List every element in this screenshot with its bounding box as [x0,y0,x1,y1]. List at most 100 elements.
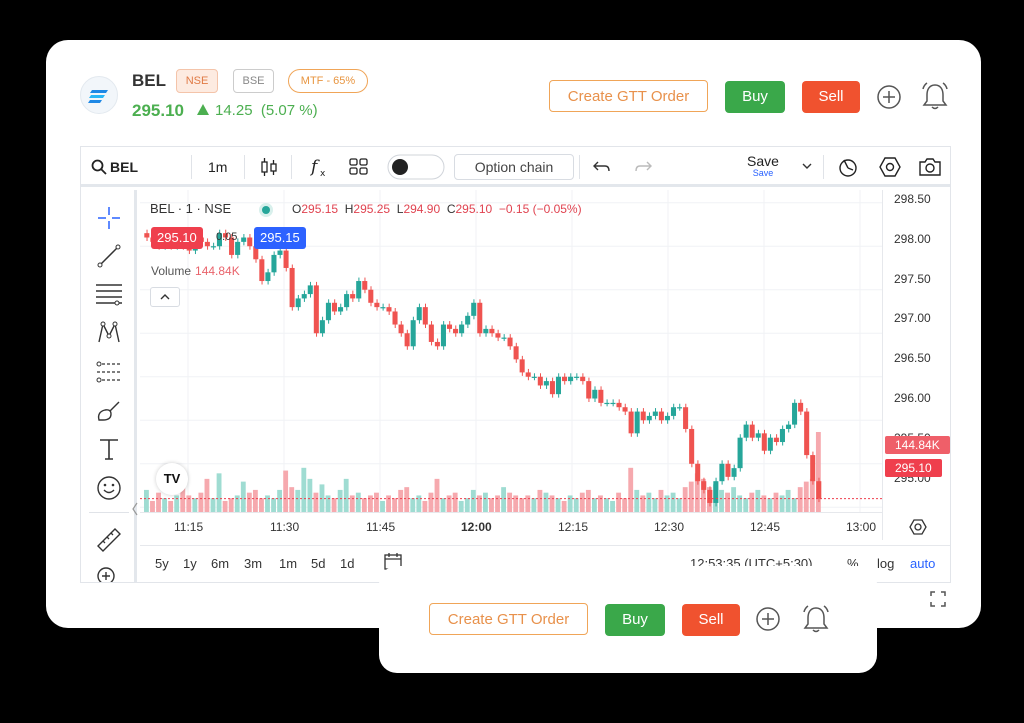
pattern-icon[interactable] [96,320,122,346]
emoji-icon[interactable] [96,475,122,501]
redo-icon[interactable] [634,159,652,175]
fullscreen-icon[interactable] [929,590,947,608]
collapse-toolbar-icon[interactable] [131,500,139,518]
volume-bar [246,492,252,512]
candle [586,381,592,399]
log-toggle[interactable]: log [877,556,894,571]
zoom-in-icon[interactable] [96,566,120,582]
candle [356,281,362,299]
replay-icon[interactable] [837,156,859,178]
volume-bar [325,495,331,512]
undo-icon[interactable] [593,159,611,175]
range-5y[interactable]: 5y [155,556,169,571]
text-icon[interactable] [97,436,121,462]
candle [483,328,489,334]
candle [761,433,767,451]
exchange-nse-tab[interactable]: NSE [176,69,218,93]
volume-bar [779,495,785,512]
forecast-icon[interactable] [95,360,123,384]
x-tick: 13:00 [846,520,877,534]
x-tick: 12:30 [654,520,685,534]
collapse-legend-button[interactable] [150,287,180,307]
popup-create-gtt-order-button[interactable]: Create GTT Order [429,603,588,635]
camera-icon[interactable] [918,156,942,178]
candle [416,307,422,321]
volume-bar [531,498,537,512]
candle [810,455,816,482]
candlestick-chart[interactable] [140,190,882,512]
range-3m[interactable]: 3m [244,556,262,571]
fib-retracement-icon[interactable] [95,282,123,306]
crosshair-icon[interactable] [96,205,122,231]
time-axis[interactable]: 11:15 11:30 11:45 12:00 12:15 12:30 12:4… [140,512,882,540]
sell-button[interactable]: Sell [802,81,860,113]
candle [707,489,713,503]
volume-bar [446,495,452,512]
volume-bar [628,467,634,512]
popup-sell-button[interactable]: Sell [682,604,740,636]
candle [144,233,150,238]
candle [501,337,507,339]
volume-bar [579,492,585,512]
candle [325,302,331,321]
brush-icon[interactable] [95,398,123,424]
range-1m[interactable]: 1m [279,556,297,571]
volume-bar [307,478,313,512]
candle [664,415,670,421]
volume-bar [537,489,543,512]
order-action-popup: Create GTT Order Buy Sell [379,566,877,673]
auto-toggle[interactable]: auto [910,556,935,571]
mtf-badge[interactable]: MTF - 65% [288,69,368,93]
volume-bar [162,498,168,512]
settings-icon[interactable] [878,156,902,178]
price-axis[interactable]: 298.50 298.00 297.50 297.00 296.50 296.0… [882,190,950,540]
candle [670,407,677,416]
create-gtt-order-button[interactable]: Create GTT Order [549,80,708,112]
volume-bar [543,492,549,512]
save-button[interactable]: Save Save [747,153,779,178]
tradingview-logo[interactable]: TV [156,463,188,495]
price-chart[interactable]: BEL · 1 · NSE O295.15 H295.25 L294.90 C2… [140,190,882,512]
option-chain-button[interactable]: Option chain [454,154,574,180]
range-5d[interactable]: 5d [311,556,325,571]
volume-bar [731,487,737,512]
popup-bell-icon[interactable] [801,603,831,635]
interval-button[interactable]: 1m [208,159,227,175]
buy-price-tag[interactable]: 295.15 [254,227,306,249]
symbol-search[interactable]: BEL [110,159,138,175]
toggle-icon[interactable] [387,154,445,180]
volume-bar [719,489,724,512]
sell-price-tag[interactable]: 295.10 [151,227,203,249]
popup-buy-button[interactable]: Buy [605,604,665,636]
trend-line-icon[interactable] [96,243,122,269]
separator [191,155,192,179]
candle [374,302,380,308]
candle [628,411,634,434]
range-1y[interactable]: 1y [183,556,197,571]
search-icon[interactable] [91,159,107,175]
volume-bar [168,500,174,512]
save-label: Save [747,153,779,169]
ruler-icon[interactable] [95,526,123,552]
indicators-icon[interactable]: f x [309,156,331,178]
market-status-icon [259,203,273,217]
exchange-bse-tab[interactable]: BSE [233,69,274,93]
candles-icon[interactable] [259,157,279,177]
volume-bar [265,495,270,512]
up-arrow-icon [197,104,209,115]
range-6m[interactable]: 6m [211,556,229,571]
chevron-down-icon[interactable] [801,162,813,172]
candle [640,411,646,421]
range-1d[interactable]: 1d [340,556,354,571]
layout-icon[interactable] [349,158,369,176]
bell-icon[interactable] [920,80,950,112]
buy-button[interactable]: Buy [725,81,785,113]
y-tick: 296.50 [894,351,931,365]
chart-settings-icon[interactable] [908,518,928,536]
popup-add-circle-icon[interactable] [755,606,781,632]
chevron-up-icon [160,294,170,300]
candle [561,376,568,382]
add-circle-icon[interactable] [876,84,902,110]
candle [683,407,689,429]
volume-bar [513,495,519,512]
